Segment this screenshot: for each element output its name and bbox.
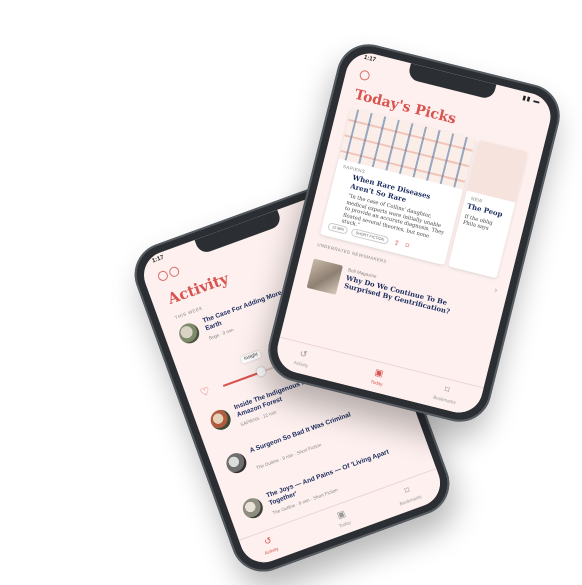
status-time: 1:17 [151,254,165,265]
chat-icon[interactable] [358,69,371,82]
tab-label: Today [370,378,384,387]
profile-icon[interactable] [156,269,170,283]
slider-handle[interactable] [255,365,267,378]
phone-todays-picks: 1:17 ▮▮ ▬ Today's Picks SAPIENS When Rar… [261,37,567,429]
status-time: 1:17 [363,54,377,64]
tab-bookmarks[interactable]: ⌑ Bookmarks [420,379,473,409]
picks-screen: 1:17 ▮▮ ▬ Today's Picks SAPIENS When Rar… [272,48,556,418]
tab-bar: ↺ Activity ▣ Today ⌑ Bookmarks [238,468,447,570]
tab-today[interactable]: ▣ Today [352,362,405,392]
stats-icon[interactable] [167,265,181,279]
card-illustration [466,140,528,203]
tab-activity[interactable]: ↺ Activity [276,343,329,373]
slider-fill [222,371,261,387]
story-card[interactable]: SAPIENS When Rare Diseases Aren't So Rar… [319,108,476,266]
signal-battery-icon: ▮▮ ▬ [521,95,542,106]
article-thumbnail [223,450,250,476]
section-caption: THIS WEEK [174,305,204,321]
bookmark-icon[interactable]: ⌑ [404,241,409,250]
chevron-right-icon[interactable]: › [494,285,499,294]
heart-icon[interactable]: ♡ [198,384,212,400]
share-icon[interactable]: ⇪ [393,239,401,247]
article-thumbnail [176,320,203,347]
tab-bookmarks[interactable]: ⌑ Bookmarks [382,477,435,511]
article-thumbnail [240,495,266,522]
tab-label: Activity [293,359,309,369]
slider-tooltip: Insight [240,350,262,364]
tab-activity[interactable]: ↺ Activity [243,528,296,562]
article-thumbnail [207,407,234,433]
tab-today[interactable]: ▣ Today [316,501,369,535]
article-thumbnail [306,258,343,295]
